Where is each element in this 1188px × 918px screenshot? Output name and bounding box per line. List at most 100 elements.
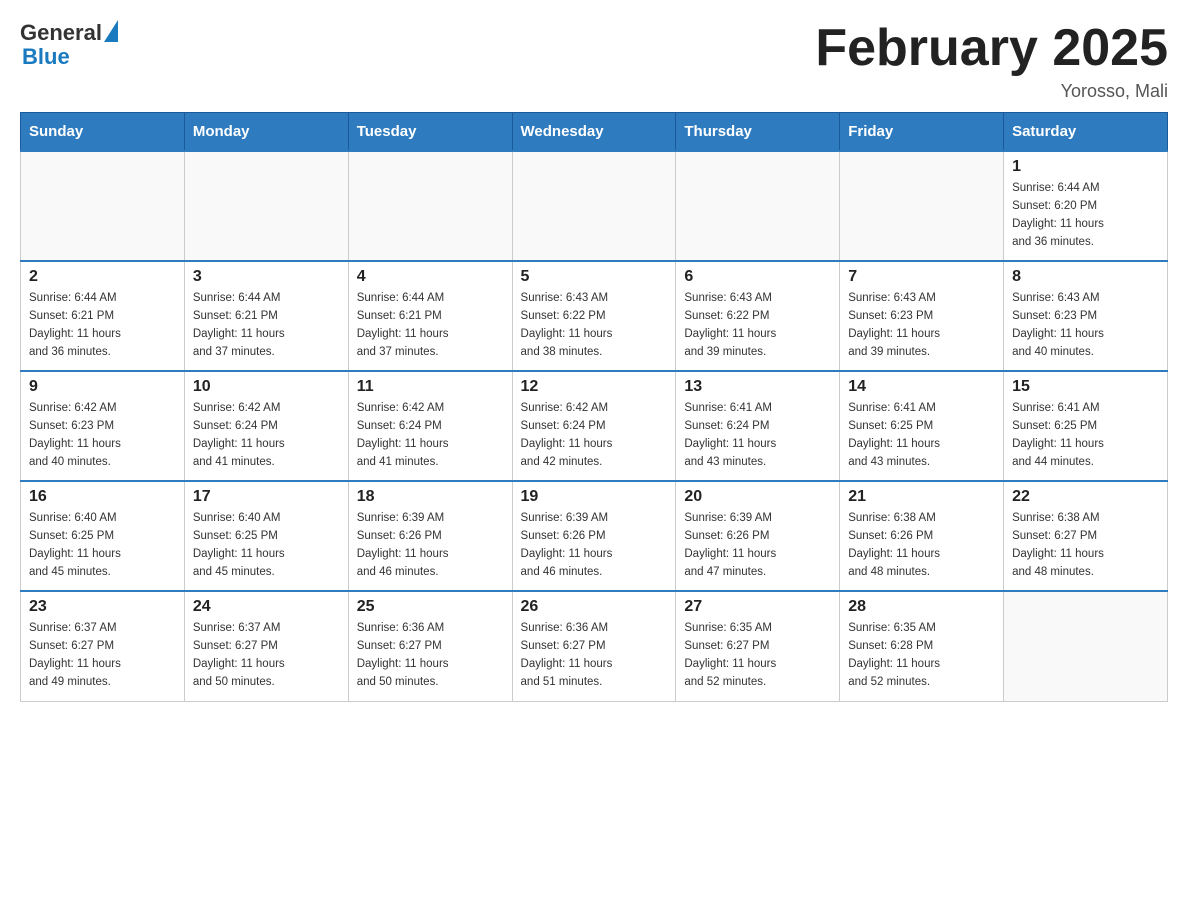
- weekday-header-row: SundayMondayTuesdayWednesdayThursdayFrid…: [21, 113, 1168, 152]
- week-row-5: 23 Sunrise: 6:37 AM Sunset: 6:27 PM Dayli…: [21, 591, 1168, 701]
- calendar-cell: 21 Sunrise: 6:38 AM Sunset: 6:26 PM Dayli…: [840, 481, 1004, 591]
- day-number: 16: [29, 488, 176, 506]
- day-number: 8: [1012, 268, 1159, 286]
- calendar-cell: 10 Sunrise: 6:42 AM Sunset: 6:24 PM Dayli…: [184, 371, 348, 481]
- calendar-cell: 9 Sunrise: 6:42 AM Sunset: 6:23 PM Daylig…: [21, 371, 185, 481]
- calendar-cell: 4 Sunrise: 6:44 AM Sunset: 6:21 PM Daylig…: [348, 261, 512, 371]
- weekday-header-sunday: Sunday: [21, 113, 185, 152]
- day-info: Sunrise: 6:39 AM Sunset: 6:26 PM Dayligh…: [357, 510, 504, 581]
- day-number: 1: [1012, 158, 1159, 176]
- day-info: Sunrise: 6:44 AM Sunset: 6:21 PM Dayligh…: [29, 290, 176, 361]
- day-info: Sunrise: 6:35 AM Sunset: 6:28 PM Dayligh…: [848, 620, 995, 691]
- calendar-cell: 6 Sunrise: 6:43 AM Sunset: 6:22 PM Daylig…: [676, 261, 840, 371]
- day-number: 26: [521, 598, 668, 616]
- day-number: 14: [848, 378, 995, 396]
- calendar-cell: 28 Sunrise: 6:35 AM Sunset: 6:28 PM Dayli…: [840, 591, 1004, 701]
- day-number: 7: [848, 268, 995, 286]
- calendar-cell: [21, 151, 185, 261]
- calendar-cell: 22Sunrise: 6:38 AM Sunset: 6:27 PM Dayli…: [1004, 481, 1168, 591]
- day-number: 28: [848, 598, 995, 616]
- day-number: 24: [193, 598, 340, 616]
- week-row-1: 1 Sunrise: 6:44 AM Sunset: 6:20 PM Daylig…: [21, 151, 1168, 261]
- day-info: Sunrise: 6:39 AM Sunset: 6:26 PM Dayligh…: [521, 510, 668, 581]
- week-row-2: 2 Sunrise: 6:44 AM Sunset: 6:21 PM Daylig…: [21, 261, 1168, 371]
- weekday-header-thursday: Thursday: [676, 113, 840, 152]
- logo-triangle-icon: [104, 20, 118, 42]
- calendar-cell: 26 Sunrise: 6:36 AM Sunset: 6:27 PM Dayli…: [512, 591, 676, 701]
- day-info: Sunrise: 6:43 AM Sunset: 6:22 PM Dayligh…: [521, 290, 668, 361]
- weekday-header-saturday: Saturday: [1004, 113, 1168, 152]
- calendar-cell: [184, 151, 348, 261]
- calendar-cell: 20 Sunrise: 6:39 AM Sunset: 6:26 PM Dayli…: [676, 481, 840, 591]
- day-number: 5: [521, 268, 668, 286]
- week-row-3: 9 Sunrise: 6:42 AM Sunset: 6:23 PM Daylig…: [21, 371, 1168, 481]
- week-row-4: 16 Sunrise: 6:40 AM Sunset: 6:25 PM Dayli…: [21, 481, 1168, 591]
- calendar-cell: [840, 151, 1004, 261]
- weekday-header-tuesday: Tuesday: [348, 113, 512, 152]
- day-info: Sunrise: 6:43 AM Sunset: 6:22 PM Dayligh…: [684, 290, 831, 361]
- day-number: 13: [684, 378, 831, 396]
- day-info: Sunrise: 6:36 AM Sunset: 6:27 PM Dayligh…: [521, 620, 668, 691]
- page-header: General Blue February 2025 Yorosso, Mali: [20, 20, 1168, 102]
- day-number: 11: [357, 378, 504, 396]
- calendar-cell: 3Sunrise: 6:44 AM Sunset: 6:21 PM Daylig…: [184, 261, 348, 371]
- day-number: 15: [1012, 378, 1159, 396]
- day-number: 25: [357, 598, 504, 616]
- day-number: 10: [193, 378, 340, 396]
- day-number: 20: [684, 488, 831, 506]
- day-info: Sunrise: 6:42 AM Sunset: 6:23 PM Dayligh…: [29, 400, 176, 471]
- day-number: 12: [521, 378, 668, 396]
- day-number: 4: [357, 268, 504, 286]
- day-number: 3: [193, 268, 340, 286]
- day-info: Sunrise: 6:41 AM Sunset: 6:24 PM Dayligh…: [684, 400, 831, 471]
- day-number: 23: [29, 598, 176, 616]
- day-info: Sunrise: 6:43 AM Sunset: 6:23 PM Dayligh…: [848, 290, 995, 361]
- weekday-header-wednesday: Wednesday: [512, 113, 676, 152]
- calendar-cell: [512, 151, 676, 261]
- day-number: 27: [684, 598, 831, 616]
- day-info: Sunrise: 6:38 AM Sunset: 6:26 PM Dayligh…: [848, 510, 995, 581]
- calendar-cell: 13 Sunrise: 6:41 AM Sunset: 6:24 PM Dayli…: [676, 371, 840, 481]
- calendar-cell: 8 Sunrise: 6:43 AM Sunset: 6:23 PM Daylig…: [1004, 261, 1168, 371]
- calendar-cell: 15 Sunrise: 6:41 AM Sunset: 6:25 PM Dayli…: [1004, 371, 1168, 481]
- day-info: Sunrise: 6:39 AM Sunset: 6:26 PM Dayligh…: [684, 510, 831, 581]
- calendar-cell: 24 Sunrise: 6:37 AM Sunset: 6:27 PM Dayli…: [184, 591, 348, 701]
- day-number: 18: [357, 488, 504, 506]
- day-info: Sunrise: 6:37 AM Sunset: 6:27 PM Dayligh…: [29, 620, 176, 691]
- calendar-cell: 17Sunrise: 6:40 AM Sunset: 6:25 PM Dayli…: [184, 481, 348, 591]
- day-info: Sunrise: 6:44 AM Sunset: 6:20 PM Dayligh…: [1012, 180, 1159, 251]
- day-info: Sunrise: 6:37 AM Sunset: 6:27 PM Dayligh…: [193, 620, 340, 691]
- calendar-cell: 14Sunrise: 6:41 AM Sunset: 6:25 PM Dayli…: [840, 371, 1004, 481]
- day-number: 2: [29, 268, 176, 286]
- calendar-table: SundayMondayTuesdayWednesdayThursdayFrid…: [20, 112, 1168, 702]
- day-info: Sunrise: 6:35 AM Sunset: 6:27 PM Dayligh…: [684, 620, 831, 691]
- calendar-cell: 11 Sunrise: 6:42 AM Sunset: 6:24 PM Dayli…: [348, 371, 512, 481]
- day-info: Sunrise: 6:40 AM Sunset: 6:25 PM Dayligh…: [29, 510, 176, 581]
- logo-blue-text: Blue: [22, 44, 70, 70]
- day-number: 21: [848, 488, 995, 506]
- logo: General Blue: [20, 20, 118, 70]
- calendar-cell: 18 Sunrise: 6:39 AM Sunset: 6:26 PM Dayli…: [348, 481, 512, 591]
- day-info: Sunrise: 6:44 AM Sunset: 6:21 PM Dayligh…: [357, 290, 504, 361]
- calendar-cell: [1004, 591, 1168, 701]
- calendar-cell: 23 Sunrise: 6:37 AM Sunset: 6:27 PM Dayli…: [21, 591, 185, 701]
- calendar-cell: 27 Sunrise: 6:35 AM Sunset: 6:27 PM Dayli…: [676, 591, 840, 701]
- day-info: Sunrise: 6:42 AM Sunset: 6:24 PM Dayligh…: [193, 400, 340, 471]
- day-info: Sunrise: 6:42 AM Sunset: 6:24 PM Dayligh…: [357, 400, 504, 471]
- calendar-cell: 12 Sunrise: 6:42 AM Sunset: 6:24 PM Dayli…: [512, 371, 676, 481]
- weekday-header-monday: Monday: [184, 113, 348, 152]
- day-info: Sunrise: 6:43 AM Sunset: 6:23 PM Dayligh…: [1012, 290, 1159, 361]
- calendar-cell: 5 Sunrise: 6:43 AM Sunset: 6:22 PM Daylig…: [512, 261, 676, 371]
- day-number: 6: [684, 268, 831, 286]
- title-section: February 2025 Yorosso, Mali: [815, 20, 1168, 102]
- month-year-title: February 2025: [815, 20, 1168, 77]
- day-info: Sunrise: 6:42 AM Sunset: 6:24 PM Dayligh…: [521, 400, 668, 471]
- day-number: 9: [29, 378, 176, 396]
- calendar-cell: 7 Sunrise: 6:43 AM Sunset: 6:23 PM Daylig…: [840, 261, 1004, 371]
- calendar-cell: 1 Sunrise: 6:44 AM Sunset: 6:20 PM Daylig…: [1004, 151, 1168, 261]
- day-info: Sunrise: 6:40 AM Sunset: 6:25 PM Dayligh…: [193, 510, 340, 581]
- logo-general-text: General: [20, 20, 102, 46]
- day-info: Sunrise: 6:41 AM Sunset: 6:25 PM Dayligh…: [1012, 400, 1159, 471]
- calendar-cell: 19Sunrise: 6:39 AM Sunset: 6:26 PM Dayli…: [512, 481, 676, 591]
- day-info: Sunrise: 6:38 AM Sunset: 6:27 PM Dayligh…: [1012, 510, 1159, 581]
